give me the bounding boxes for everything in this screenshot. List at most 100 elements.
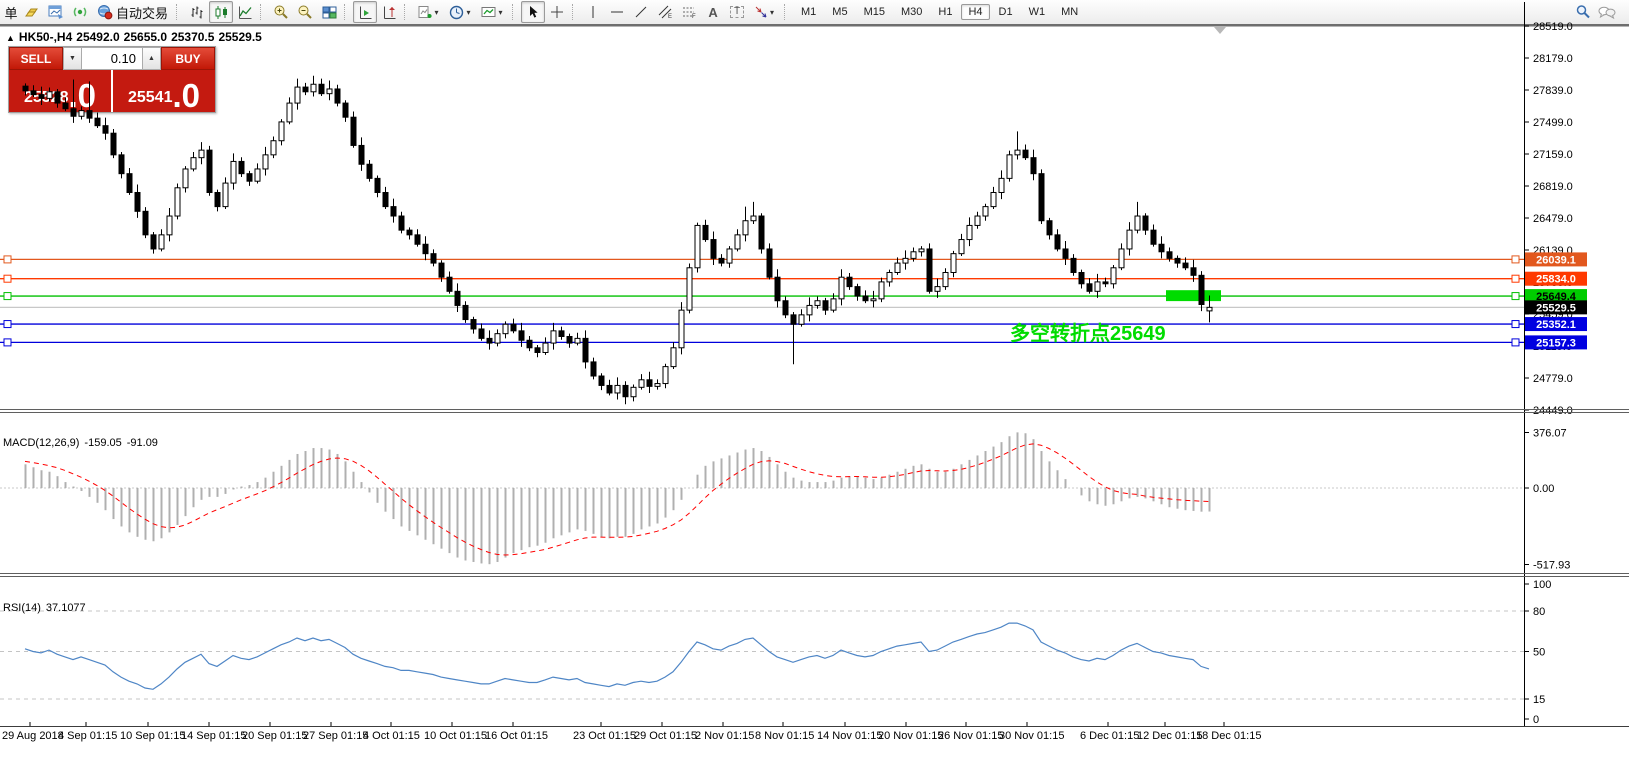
bull-candle	[695, 225, 700, 267]
bull-candle	[839, 277, 844, 299]
line-handle[interactable]	[1512, 256, 1519, 263]
bull-candle	[919, 249, 924, 252]
bull-candle	[807, 305, 812, 314]
chart-canvas[interactable]: 28519.028179.027839.027499.027159.026819…	[0, 0, 1629, 744]
bear-candle	[1087, 284, 1092, 292]
macd-value: -159.05	[84, 437, 121, 449]
time-tick-label: 23 Oct 01:15	[573, 730, 636, 742]
bear-candle	[863, 296, 868, 301]
bear-candle	[1031, 158, 1036, 174]
bear-candle	[583, 338, 588, 362]
panel-separators[interactable]	[0, 410, 1629, 727]
rsi-header: RSI(14)37.1077	[3, 602, 91, 614]
bull-candle	[1111, 268, 1116, 284]
bear-candle	[463, 305, 468, 319]
rsi-tick-label: 100	[1533, 579, 1551, 591]
bear-candle	[1103, 282, 1108, 284]
bull-candle	[1207, 307, 1212, 311]
price-tick-label: 26819.0	[1533, 181, 1573, 193]
bull-candle	[495, 334, 500, 343]
candlesticks	[23, 76, 1212, 404]
time-tick-label: 4 Sep 01:15	[58, 730, 117, 742]
bear-candle	[847, 277, 852, 286]
bear-candle	[591, 362, 596, 376]
bull-candle	[671, 348, 676, 367]
time-tick-label: 2 Nov 01:15	[695, 730, 754, 742]
bear-candle	[439, 263, 444, 277]
time-tick-label: 12 Dec 01:15	[1137, 730, 1202, 742]
bear-candle	[1039, 174, 1044, 221]
bull-candle	[975, 216, 980, 225]
bear-candle	[1199, 275, 1204, 304]
bull-candle	[743, 221, 748, 235]
line-handle[interactable]	[4, 256, 11, 263]
bear-candle	[23, 86, 28, 91]
bear-candle	[455, 291, 460, 305]
bear-candle	[1143, 216, 1148, 230]
bull-candle	[1015, 150, 1020, 155]
line-handle[interactable]	[4, 293, 11, 300]
bear-candle	[415, 235, 420, 244]
rsi-axis[interactable]: 1008050150	[1524, 579, 1551, 726]
line-handle[interactable]	[1512, 339, 1519, 346]
bear-candle	[823, 301, 828, 310]
bull-candle	[175, 188, 180, 216]
bear-candle	[127, 174, 132, 193]
bull-candle	[887, 272, 892, 281]
price-tick-label: 28519.0	[1533, 21, 1573, 33]
time-tick-label: 30 Nov 01:15	[999, 730, 1064, 742]
bear-candle	[431, 254, 436, 263]
macd-tick-label: 0.00	[1533, 483, 1554, 495]
rsi-tick-label: 80	[1533, 606, 1545, 618]
bull-candle	[47, 92, 52, 99]
bull-candle	[159, 235, 164, 249]
time-tick-label: 16 Oct 01:15	[485, 730, 548, 742]
bull-candle	[271, 141, 276, 155]
bull-candle	[167, 216, 172, 235]
bear-candle	[775, 277, 780, 301]
line-handle[interactable]	[1512, 293, 1519, 300]
price-tick-label: 28179.0	[1533, 53, 1573, 65]
bear-candle	[215, 192, 220, 206]
bull-candle	[327, 89, 332, 94]
bear-candle	[703, 225, 708, 239]
price-line-label: 25834.0	[1536, 274, 1576, 286]
line-handle[interactable]	[1512, 321, 1519, 328]
bull-candle	[551, 331, 556, 343]
bull-candle	[799, 315, 804, 324]
bear-candle	[1047, 221, 1052, 235]
line-handle[interactable]	[1512, 275, 1519, 282]
price-axis[interactable]: 28519.028179.027839.027499.027159.026819…	[1524, 21, 1573, 417]
chart-shift-marker-icon[interactable]	[1214, 27, 1226, 34]
bear-candle	[1191, 268, 1196, 276]
bear-candle	[599, 376, 604, 385]
bear-candle	[399, 216, 404, 230]
bull-candle	[687, 268, 692, 310]
bear-candle	[767, 249, 772, 277]
bull-candle	[983, 207, 988, 216]
time-tick-label: 4 Oct 01:15	[363, 730, 420, 742]
line-handle[interactable]	[4, 339, 11, 346]
bear-candle	[607, 385, 612, 393]
bear-candle	[343, 103, 348, 117]
price-tick-label: 27839.0	[1533, 85, 1573, 97]
bull-candle	[1007, 155, 1012, 179]
bear-candle	[567, 336, 572, 343]
bear-candle	[39, 95, 44, 99]
bull-candle	[871, 299, 876, 301]
line-handle[interactable]	[4, 321, 11, 328]
price-lines[interactable]	[0, 256, 1524, 346]
line-handle[interactable]	[4, 275, 11, 282]
highlight-zone-rect[interactable]	[1166, 290, 1221, 301]
bear-candle	[103, 126, 108, 134]
turning-point-annotation[interactable]: 多空转折点25649	[1010, 317, 1166, 346]
bear-candle	[623, 385, 628, 396]
time-tick-label: 20 Sep 01:15	[242, 730, 307, 742]
bear-candle	[1167, 252, 1172, 259]
time-axis[interactable]: 29 Aug 20184 Sep 01:1510 Sep 01:1514 Sep…	[2, 722, 1261, 742]
bear-candle	[1183, 263, 1188, 268]
macd-axis[interactable]: 376.070.00-517.93	[1524, 427, 1570, 571]
bear-candle	[487, 338, 492, 343]
bull-candle	[287, 103, 292, 122]
bear-candle	[471, 320, 476, 329]
